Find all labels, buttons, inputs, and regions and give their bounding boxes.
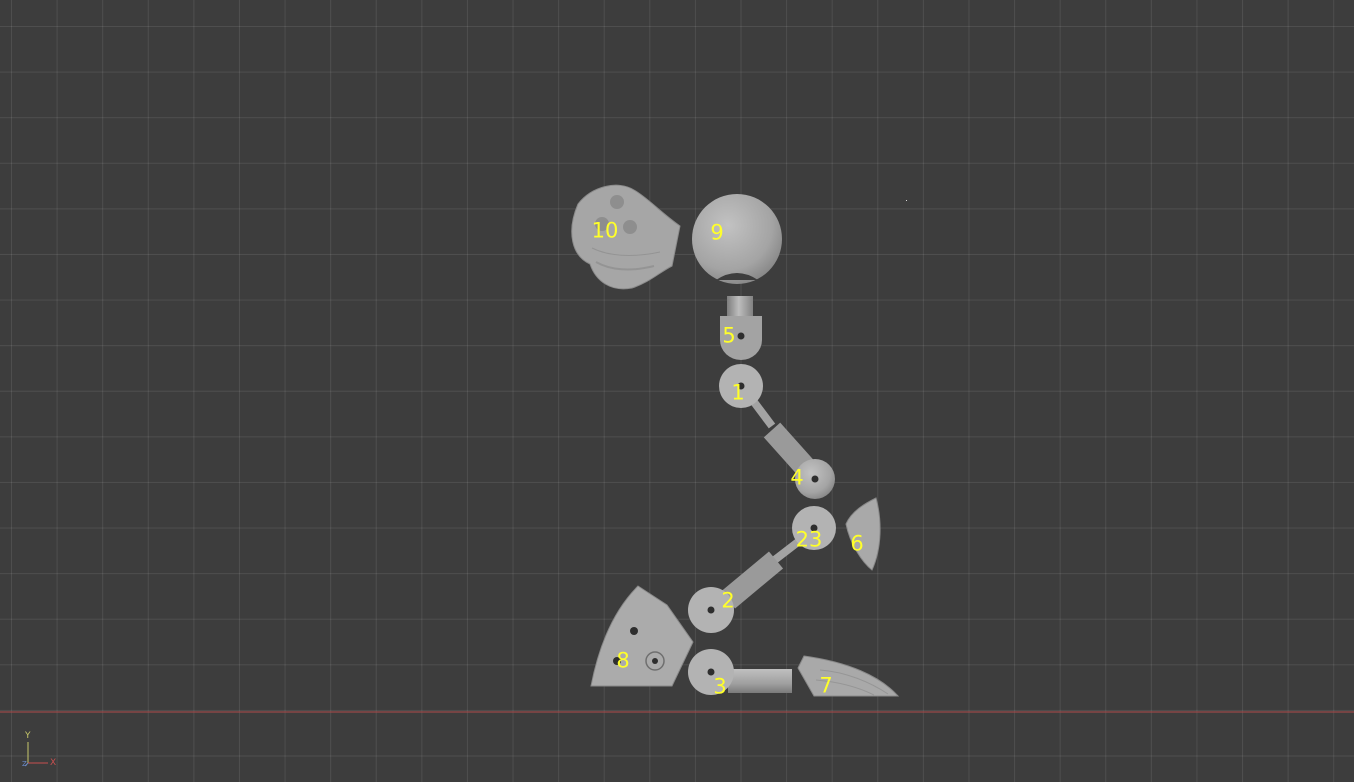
viewport-marker-dot (906, 200, 907, 201)
model-scene[interactable] (0, 0, 1354, 782)
part-label-9: 9 (710, 220, 724, 245)
gizmo-x-label: X (50, 758, 57, 768)
part-label-6: 6 (850, 531, 864, 556)
3d-viewport[interactable]: 10 9 5 1 4 23 6 2 8 3 7 Y X Z (0, 0, 1354, 782)
axis-gizmo: Y X Z (18, 732, 66, 772)
part-label-1: 1 (731, 380, 745, 405)
part-label-7: 7 (819, 673, 833, 698)
part-label-10: 10 (591, 218, 619, 243)
part-9-sphere[interactable] (692, 194, 782, 284)
part-4-arm-segment[interactable] (763, 422, 835, 499)
part-label-4: 4 (790, 465, 804, 490)
part-label-2: 2 (721, 588, 735, 613)
gizmo-z-label: Z (22, 760, 27, 768)
part-10-head-piece[interactable] (571, 184, 681, 290)
part-label-8: 8 (616, 648, 630, 673)
part-7-wedge-foot[interactable] (797, 655, 900, 697)
part-label-23: 23 (795, 527, 823, 552)
part-label-3: 3 (713, 674, 727, 699)
part-8-foot-plate[interactable] (590, 585, 694, 687)
part-label-5: 5 (722, 323, 736, 348)
part-1-upper-joint[interactable] (719, 364, 776, 429)
part-3-base-joint[interactable] (688, 649, 792, 695)
gizmo-y-label: Y (25, 731, 31, 741)
